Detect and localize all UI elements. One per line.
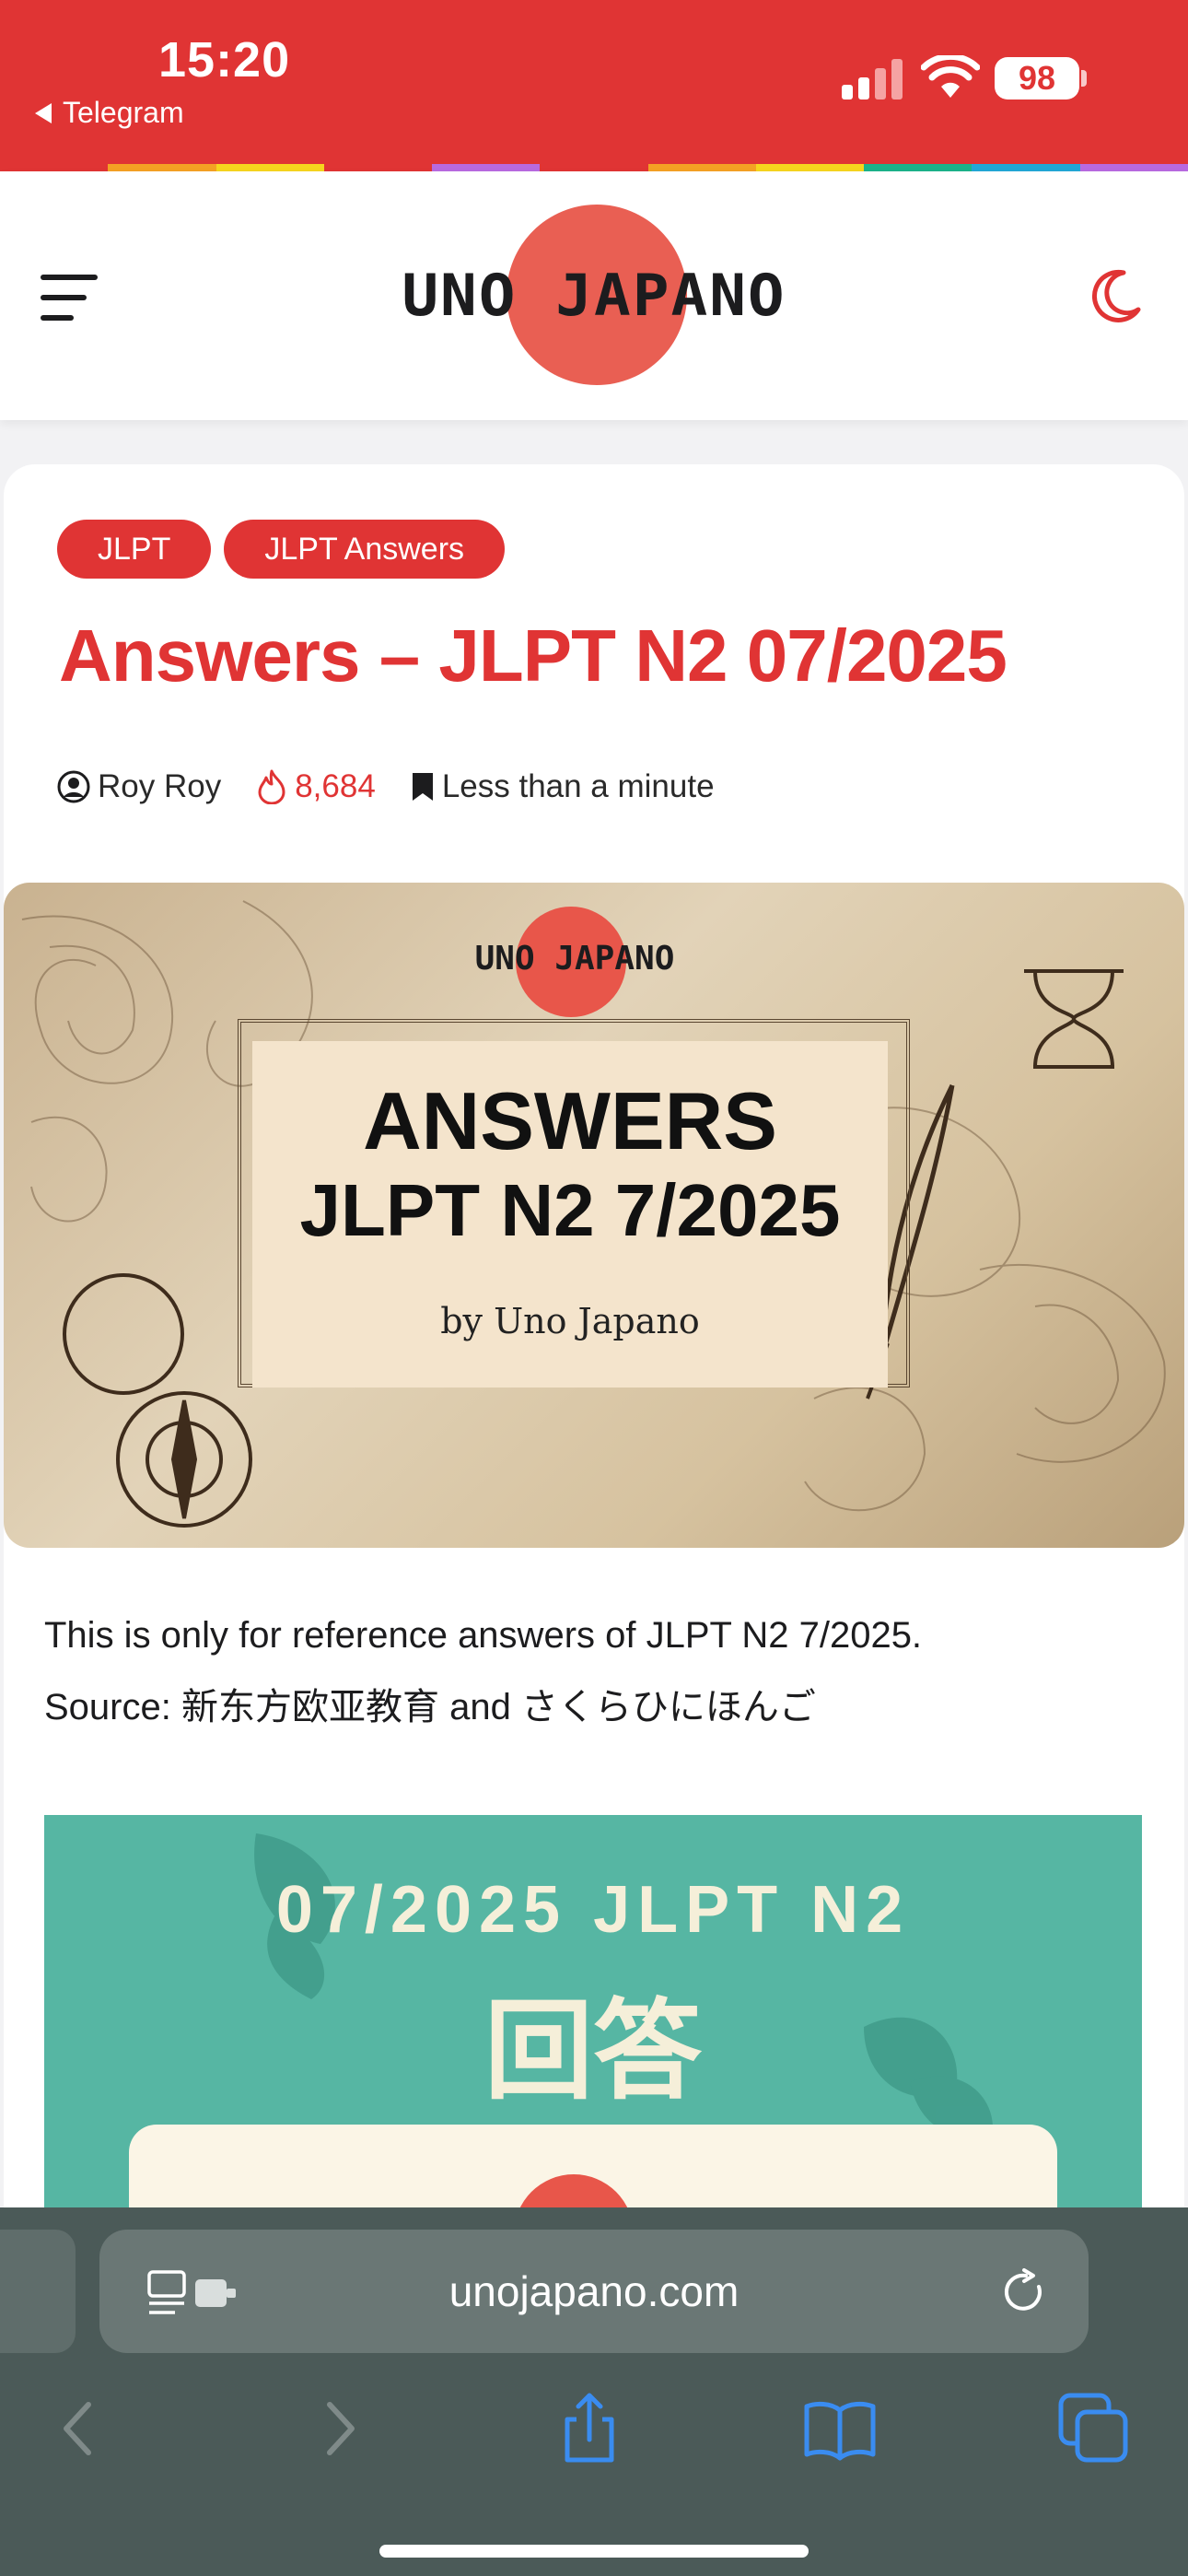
battery-icon: 98 xyxy=(995,57,1079,100)
author-name: Roy Roy xyxy=(98,768,222,804)
rainbow-segment xyxy=(1079,164,1188,171)
view-count-value: 8,684 xyxy=(295,768,376,804)
hero-byline: by Uno Japano xyxy=(440,1301,700,1341)
rainbow-segment xyxy=(755,164,865,171)
back-icon[interactable] xyxy=(42,2392,116,2465)
fire-icon xyxy=(258,769,285,804)
status-bar: 15:20 Telegram 98 xyxy=(0,0,1188,164)
rainbow-segment xyxy=(647,164,756,171)
article-meta: Roy Roy 8,684 Less than a minute xyxy=(57,768,750,805)
hero-heading-2: JLPT N2 7/2025 xyxy=(299,1169,841,1251)
battery-tip xyxy=(1081,70,1087,87)
back-triangle-icon xyxy=(35,102,52,123)
hero-logo-text: UNO JAPANO xyxy=(474,940,675,978)
answer-image-heading-2: 回答 xyxy=(483,1991,702,2113)
browser-toolbar xyxy=(0,2392,1188,2502)
site-header: UNO JAPANO xyxy=(0,171,1188,420)
previous-tab-preview[interactable] xyxy=(0,2230,76,2353)
site-logo[interactable]: UNO JAPANO xyxy=(396,205,792,389)
back-app-label: Telegram xyxy=(63,96,184,129)
read-time-value: Less than a minute xyxy=(441,768,715,804)
share-icon[interactable] xyxy=(553,2392,626,2465)
rainbow-segment xyxy=(864,164,973,171)
logo-text: UNO JAPANO xyxy=(402,261,786,330)
view-count: 8,684 xyxy=(256,768,376,805)
url-text: unojapano.com xyxy=(448,2267,740,2315)
status-time: 15:20 xyxy=(158,32,291,88)
article-title: Answers – JLPT N2 07/2025 xyxy=(59,615,1007,697)
browser-chrome: unojapano.com xyxy=(0,2207,1188,2576)
tag-jlpt[interactable]: JLPT xyxy=(57,520,212,579)
signal-icon xyxy=(842,59,903,100)
moon-icon[interactable] xyxy=(1089,267,1144,322)
paragraph-1: This is only for reference answers of JL… xyxy=(44,1615,923,1656)
rainbow-segment xyxy=(323,164,433,171)
featured-image[interactable]: UNO JAPANO ANSWERS JLPT N2 7/2025 by Uno… xyxy=(4,883,1184,1548)
rainbow-segment xyxy=(215,164,324,171)
wifi-icon xyxy=(921,55,980,98)
address-bar[interactable]: unojapano.com xyxy=(99,2230,1089,2353)
rainbow-stripe xyxy=(0,164,1188,171)
forward-icon[interactable] xyxy=(302,2392,376,2465)
bookmarks-icon[interactable] xyxy=(803,2392,877,2465)
tag-list: JLPT JLPT Answers xyxy=(57,520,506,579)
home-indicator xyxy=(379,2545,809,2558)
rainbow-segment xyxy=(0,164,109,171)
article-body: This is only for reference answers of JL… xyxy=(44,1599,1149,1743)
rainbow-segment xyxy=(432,164,541,171)
tabs-icon[interactable] xyxy=(1057,2392,1131,2465)
menu-icon[interactable] xyxy=(41,275,98,322)
paragraph-2: Source: 新东方欧亚教育 and さくらひにほんご xyxy=(44,1687,816,1727)
battery-level: 98 xyxy=(1018,59,1056,97)
rainbow-segment xyxy=(108,164,216,171)
bookmark-icon xyxy=(412,773,433,801)
reload-icon[interactable] xyxy=(1000,2268,1048,2316)
back-to-app-link[interactable]: Telegram xyxy=(35,96,184,130)
user-icon xyxy=(57,770,90,803)
rainbow-segment xyxy=(540,164,648,171)
author-link[interactable]: Roy Roy xyxy=(57,768,221,805)
hero-heading-1: ANSWERS xyxy=(363,1075,777,1166)
tag-jlpt-answers[interactable]: JLPT Answers xyxy=(224,520,506,579)
read-time: Less than a minute xyxy=(411,768,715,805)
rainbow-segment xyxy=(972,164,1080,171)
answer-image-heading-1: 07/2025 JLPT N2 xyxy=(275,1873,911,1947)
